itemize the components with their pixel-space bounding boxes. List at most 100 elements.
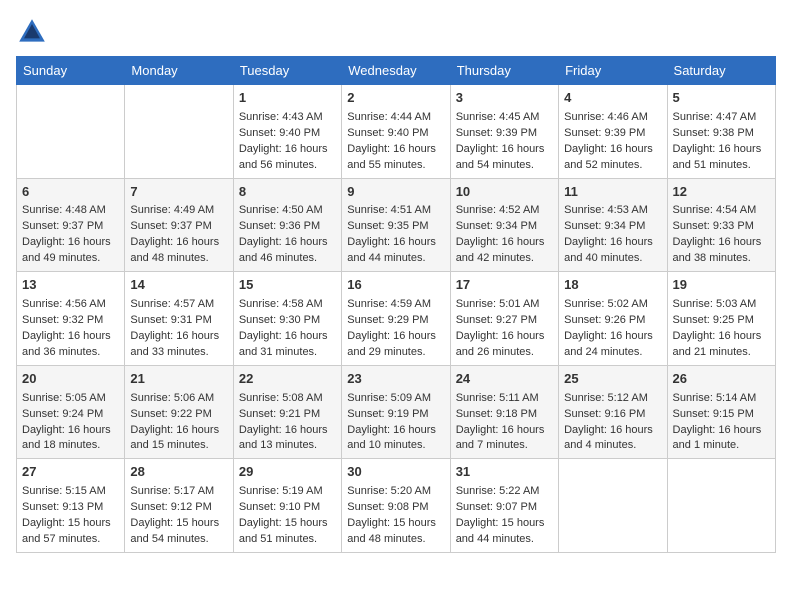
cell-content: 14Sunrise: 4:57 AMSunset: 9:31 PMDayligh… — [130, 276, 227, 361]
sunset-text: Sunset: 9:07 PM — [456, 501, 537, 513]
day-number: 5 — [673, 89, 770, 108]
calendar-cell: 4Sunrise: 4:46 AMSunset: 9:39 PMDaylight… — [559, 85, 667, 179]
day-number: 12 — [673, 183, 770, 202]
cell-content: 10Sunrise: 4:52 AMSunset: 9:34 PMDayligh… — [456, 183, 553, 268]
logo — [16, 16, 52, 48]
sunrise-text: Sunrise: 5:01 AM — [456, 298, 540, 310]
calendar-cell: 27Sunrise: 5:15 AMSunset: 9:13 PMDayligh… — [17, 459, 125, 553]
day-number: 20 — [22, 370, 119, 389]
cell-content: 19Sunrise: 5:03 AMSunset: 9:25 PMDayligh… — [673, 276, 770, 361]
calendar-cell: 26Sunrise: 5:14 AMSunset: 9:15 PMDayligh… — [667, 365, 775, 459]
sunset-text: Sunset: 9:16 PM — [564, 408, 645, 420]
calendar-week-row: 20Sunrise: 5:05 AMSunset: 9:24 PMDayligh… — [17, 365, 776, 459]
calendar-cell — [125, 85, 233, 179]
sunrise-text: Sunrise: 4:53 AM — [564, 204, 648, 216]
sunrise-text: Sunrise: 5:20 AM — [347, 485, 431, 497]
cell-content: 17Sunrise: 5:01 AMSunset: 9:27 PMDayligh… — [456, 276, 553, 361]
day-number: 4 — [564, 89, 661, 108]
sunrise-text: Sunrise: 4:49 AM — [130, 204, 214, 216]
day-number: 10 — [456, 183, 553, 202]
header-sunday: Sunday — [17, 57, 125, 85]
day-number: 7 — [130, 183, 227, 202]
calendar-cell: 20Sunrise: 5:05 AMSunset: 9:24 PMDayligh… — [17, 365, 125, 459]
day-number: 28 — [130, 463, 227, 482]
sunset-text: Sunset: 9:19 PM — [347, 408, 428, 420]
sunset-text: Sunset: 9:38 PM — [673, 127, 754, 139]
calendar-cell: 30Sunrise: 5:20 AMSunset: 9:08 PMDayligh… — [342, 459, 450, 553]
daylight-text: Daylight: 16 hours and 56 minutes. — [239, 143, 328, 171]
sunset-text: Sunset: 9:29 PM — [347, 314, 428, 326]
sunrise-text: Sunrise: 5:14 AM — [673, 392, 757, 404]
day-number: 26 — [673, 370, 770, 389]
sunrise-text: Sunrise: 5:08 AM — [239, 392, 323, 404]
daylight-text: Daylight: 16 hours and 13 minutes. — [239, 424, 328, 452]
day-number: 21 — [130, 370, 227, 389]
cell-content: 3Sunrise: 4:45 AMSunset: 9:39 PMDaylight… — [456, 89, 553, 174]
sunrise-text: Sunrise: 4:59 AM — [347, 298, 431, 310]
daylight-text: Daylight: 16 hours and 15 minutes. — [130, 424, 219, 452]
cell-content: 12Sunrise: 4:54 AMSunset: 9:33 PMDayligh… — [673, 183, 770, 268]
sunrise-text: Sunrise: 4:56 AM — [22, 298, 106, 310]
sunset-text: Sunset: 9:18 PM — [456, 408, 537, 420]
sunset-text: Sunset: 9:26 PM — [564, 314, 645, 326]
calendar-cell: 6Sunrise: 4:48 AMSunset: 9:37 PMDaylight… — [17, 178, 125, 272]
header-wednesday: Wednesday — [342, 57, 450, 85]
calendar-cell — [559, 459, 667, 553]
cell-content: 27Sunrise: 5:15 AMSunset: 9:13 PMDayligh… — [22, 463, 119, 548]
calendar-cell: 31Sunrise: 5:22 AMSunset: 9:07 PMDayligh… — [450, 459, 558, 553]
calendar-cell: 8Sunrise: 4:50 AMSunset: 9:36 PMDaylight… — [233, 178, 341, 272]
cell-content: 16Sunrise: 4:59 AMSunset: 9:29 PMDayligh… — [347, 276, 444, 361]
day-number: 6 — [22, 183, 119, 202]
daylight-text: Daylight: 15 hours and 48 minutes. — [347, 517, 436, 545]
daylight-text: Daylight: 16 hours and 31 minutes. — [239, 330, 328, 358]
calendar-cell: 24Sunrise: 5:11 AMSunset: 9:18 PMDayligh… — [450, 365, 558, 459]
calendar-week-row: 6Sunrise: 4:48 AMSunset: 9:37 PMDaylight… — [17, 178, 776, 272]
sunrise-text: Sunrise: 4:50 AM — [239, 204, 323, 216]
calendar-cell: 21Sunrise: 5:06 AMSunset: 9:22 PMDayligh… — [125, 365, 233, 459]
sunrise-text: Sunrise: 4:45 AM — [456, 111, 540, 123]
calendar-header-row: SundayMondayTuesdayWednesdayThursdayFrid… — [17, 57, 776, 85]
daylight-text: Daylight: 16 hours and 44 minutes. — [347, 236, 436, 264]
daylight-text: Daylight: 16 hours and 18 minutes. — [22, 424, 111, 452]
daylight-text: Daylight: 16 hours and 54 minutes. — [456, 143, 545, 171]
cell-content: 22 Sunrise: 5:08 AM Sunset: 9:21 PM Dayligh… — [239, 370, 336, 455]
sunset-text: Sunset: 9:33 PM — [673, 220, 754, 232]
daylight-text: Daylight: 15 hours and 44 minutes. — [456, 517, 545, 545]
header-friday: Friday — [559, 57, 667, 85]
day-number: 9 — [347, 183, 444, 202]
calendar-cell: 9Sunrise: 4:51 AMSunset: 9:35 PMDaylight… — [342, 178, 450, 272]
cell-content: 21Sunrise: 5:06 AMSunset: 9:22 PMDayligh… — [130, 370, 227, 455]
day-number: 22 — [239, 370, 336, 389]
calendar-cell: 25Sunrise: 5:12 AMSunset: 9:16 PMDayligh… — [559, 365, 667, 459]
calendar-cell: 15Sunrise: 4:58 AMSunset: 9:30 PMDayligh… — [233, 272, 341, 366]
day-number: 27 — [22, 463, 119, 482]
cell-content: 23Sunrise: 5:09 AMSunset: 9:19 PMDayligh… — [347, 370, 444, 455]
daylight-text: Daylight: 16 hours and 10 minutes. — [347, 424, 436, 452]
day-number: 19 — [673, 276, 770, 295]
calendar-cell: 1Sunrise: 4:43 AMSunset: 9:40 PMDaylight… — [233, 85, 341, 179]
calendar-cell: 13Sunrise: 4:56 AMSunset: 9:32 PMDayligh… — [17, 272, 125, 366]
daylight-text: Daylight: 16 hours and 7 minutes. — [456, 424, 545, 452]
calendar-cell: 19Sunrise: 5:03 AMSunset: 9:25 PMDayligh… — [667, 272, 775, 366]
sunset-text: Sunset: 9:40 PM — [347, 127, 428, 139]
sunset-text: Sunset: 9:13 PM — [22, 501, 103, 513]
sunrise-text: Sunrise: 5:03 AM — [673, 298, 757, 310]
daylight-text: Daylight: 16 hours and 51 minutes. — [673, 143, 762, 171]
cell-content: 29Sunrise: 5:19 AMSunset: 9:10 PMDayligh… — [239, 463, 336, 548]
calendar-table: SundayMondayTuesdayWednesdayThursdayFrid… — [16, 56, 776, 553]
cell-content: 18Sunrise: 5:02 AMSunset: 9:26 PMDayligh… — [564, 276, 661, 361]
sunrise-text: Sunrise: 5:12 AM — [564, 392, 648, 404]
day-number: 8 — [239, 183, 336, 202]
sunset-text: Sunset: 9:39 PM — [456, 127, 537, 139]
sunset-text: Sunset: 9:21 PM — [239, 408, 320, 420]
cell-content: 11Sunrise: 4:53 AMSunset: 9:34 PMDayligh… — [564, 183, 661, 268]
day-number: 15 — [239, 276, 336, 295]
sunset-text: Sunset: 9:34 PM — [456, 220, 537, 232]
calendar-cell: 10Sunrise: 4:52 AMSunset: 9:34 PMDayligh… — [450, 178, 558, 272]
cell-content: 1Sunrise: 4:43 AMSunset: 9:40 PMDaylight… — [239, 89, 336, 174]
sunrise-text: Sunrise: 5:06 AM — [130, 392, 214, 404]
daylight-text: Daylight: 16 hours and 49 minutes. — [22, 236, 111, 264]
day-number: 14 — [130, 276, 227, 295]
daylight-text: Daylight: 16 hours and 40 minutes. — [564, 236, 653, 264]
sunrise-text: Sunrise: 4:52 AM — [456, 204, 540, 216]
